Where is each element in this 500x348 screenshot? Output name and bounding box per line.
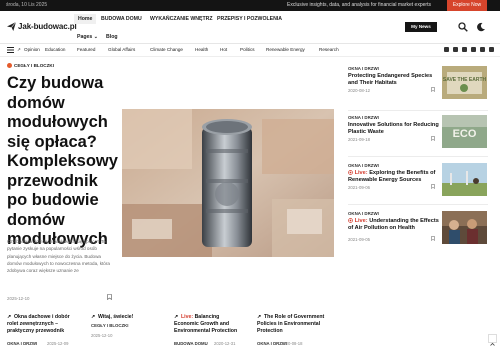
bottom-article-title[interactable]: ↗ Witaj, świecie!: [91, 314, 133, 321]
header-divider: [0, 43, 500, 44]
side-article-category: OKNA I DRZWI: [348, 163, 379, 168]
side-article-title[interactable]: Live: Exploring the Benefits of Renewabl…: [348, 170, 440, 185]
side-article-title[interactable]: Live: Understanding the Effects of Air P…: [348, 218, 440, 233]
category-politics[interactable]: Politics: [240, 47, 255, 52]
category-opinion[interactable]: ↗ Opinion: [17, 47, 40, 52]
bottom-article-date: 2020-08-18: [281, 341, 303, 346]
nav-wykanczanie-wnetrz[interactable]: WYKAŃCZANIE WNĘTRZ: [150, 16, 213, 22]
side-article-category: OKNA I DRZWI: [348, 66, 379, 71]
hero-excerpt: Czy budowa domów modułowych się opłaca? …: [7, 239, 110, 274]
bottom-article-title[interactable]: ↗ Okna dachowe i dobór rolet zewnętrznych …: [7, 314, 70, 335]
bottom-article-category: CEGŁY I BLOCZKI: [91, 323, 129, 328]
nav-pages[interactable]: Pages ⌄: [77, 34, 98, 40]
nav-blog[interactable]: Blog: [106, 34, 118, 40]
hero-date: 2025-12-10: [7, 296, 30, 301]
side-article-thumbnail[interactable]: SAVE THE EARTH: [442, 66, 487, 99]
side-article-thumbnail[interactable]: ECO: [442, 115, 487, 148]
side-article-thumbnail[interactable]: [442, 163, 487, 196]
x-twitter-icon[interactable]: [462, 47, 467, 52]
bookmark-icon[interactable]: [431, 87, 435, 92]
article-separator: [348, 110, 488, 111]
bottom-article-title[interactable]: ↗ Live: Balancing Economic Growth and Envir…: [174, 314, 237, 335]
nav-budowa-domu[interactable]: BUDOWA DOMU: [101, 16, 142, 22]
side-article-title[interactable]: Innovative Solutions for Reducing Plasti…: [348, 122, 440, 137]
side-article-date: 2021-09-18: [348, 137, 370, 142]
side-article-title[interactable]: Protecting Endangered Species and Their …: [348, 73, 440, 88]
hero-category-badge[interactable]: CEGŁY I BLOCZKI: [7, 63, 54, 68]
bottom-article-title[interactable]: ↗ The Role of Government Policies in Envir…: [257, 314, 324, 335]
side-article-4[interactable]: OKNA I DRZWI Live: Understanding the Eff…: [348, 211, 488, 244]
chevron-up-icon: [490, 342, 495, 346]
site-logo[interactable]: Jak-budowac.pl: [7, 18, 77, 34]
category-health[interactable]: Health: [195, 47, 208, 52]
rss-icon[interactable]: [489, 47, 494, 52]
category-education[interactable]: Education: [45, 47, 65, 52]
article-separator: [348, 204, 488, 205]
bottom-article-category: BUDOWA DOMU: [174, 341, 208, 346]
bottom-article-category: OKNA I DRZWI: [7, 341, 38, 346]
side-article-thumbnail[interactable]: [442, 211, 487, 244]
bottom-article-date: 2025-12-09: [47, 341, 69, 346]
menu-icon[interactable]: [7, 47, 14, 53]
explore-now-button[interactable]: Explore Now: [447, 0, 487, 11]
side-article-date: 2021-09-06: [348, 185, 370, 190]
trending-icon: ↗: [7, 314, 12, 321]
bookmark-icon[interactable]: [431, 236, 435, 241]
article-separator: [348, 156, 488, 157]
facebook-icon[interactable]: [480, 47, 485, 52]
current-date: środa, 10 Lis 2025: [6, 2, 48, 8]
nav-home[interactable]: Home: [74, 14, 97, 24]
my-news-button[interactable]: My News: [405, 22, 437, 32]
bookmark-icon[interactable]: [107, 294, 112, 300]
side-article-category: OKNA I DRZWI: [348, 115, 379, 120]
side-article-1[interactable]: OKNA I DRZWI Protecting Endangered Speci…: [348, 66, 488, 99]
category-climate-change[interactable]: Climate Change: [150, 47, 183, 52]
thumbnail-image: [442, 163, 487, 196]
category-hot[interactable]: Hot: [220, 47, 227, 52]
side-article-3[interactable]: OKNA I DRZWI Live: Exploring the Benefit…: [348, 163, 488, 196]
search-icon[interactable]: [458, 22, 468, 32]
live-label: Live:: [348, 170, 368, 176]
trending-icon: ↗: [91, 314, 96, 321]
instagram-icon[interactable]: [453, 47, 458, 52]
top-bar: środa, 10 Lis 2025 Exclusive insights, d…: [0, 0, 500, 11]
bottom-article-date: 2025-12-10: [91, 333, 113, 338]
hero-category-label: CEGŁY I BLOCZKI: [14, 63, 54, 68]
thumbnail-image: ECO: [442, 115, 487, 148]
category-divider: [0, 56, 500, 57]
bookmark-icon[interactable]: [431, 136, 435, 141]
trending-icon: ↗: [174, 314, 179, 321]
thumbnail-text: SAVE THE EARTH: [443, 77, 487, 83]
promo-text: Exclusive insights, data, and analysis f…: [287, 2, 431, 8]
category-global-affairs[interactable]: Global Affairs: [108, 47, 135, 52]
side-article-date: 2020-08-12: [348, 88, 370, 93]
thumbnail-image: SAVE THE EARTH: [442, 66, 487, 99]
category-bar: ↗ Opinion Education Featured Global Affai…: [0, 45, 500, 55]
live-label: Live:: [348, 218, 368, 224]
paper-plane-icon: [7, 21, 16, 31]
nav-przepisy-pozwolenia[interactable]: PRZEPISY I POZWOLENIA: [217, 16, 282, 22]
live-label: Live:: [181, 314, 194, 320]
linkedin-icon[interactable]: [471, 47, 476, 52]
thumbnail-image: [442, 211, 487, 244]
logo-text: Jak-budowac.pl: [18, 21, 77, 31]
youtube-icon[interactable]: [444, 47, 449, 52]
category-research[interactable]: Research: [319, 47, 339, 52]
side-article-2[interactable]: OKNA I DRZWI Innovative Solutions for Re…: [348, 115, 488, 148]
side-article-category: OKNA I DRZWI: [348, 211, 379, 216]
category-renewable-energy[interactable]: Renewable Energy: [266, 47, 305, 52]
category-featured[interactable]: Featured: [77, 47, 95, 52]
trending-icon: ↗: [257, 314, 262, 321]
thumbnail-text: ECO: [453, 128, 477, 140]
side-article-date: 2021-09-05: [348, 237, 370, 242]
bookmark-icon[interactable]: [431, 184, 435, 189]
hero-title[interactable]: Czy budowa domów modułowych się opłaca? …: [7, 74, 119, 250]
dark-mode-icon[interactable]: [476, 22, 486, 32]
hero-image-money-roll[interactable]: [122, 109, 334, 257]
bottom-article-date: 2020-12-31: [214, 341, 236, 346]
live-icon: [348, 218, 353, 223]
live-icon: [348, 170, 353, 175]
category-dot-icon: [7, 63, 12, 68]
scroll-to-top-button[interactable]: [488, 334, 497, 346]
